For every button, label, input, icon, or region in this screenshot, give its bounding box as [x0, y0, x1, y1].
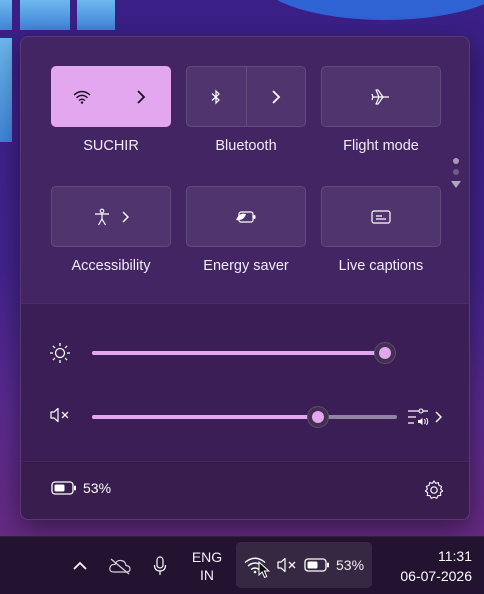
volume-slider-thumb[interactable]	[306, 406, 329, 428]
bluetooth-icon	[211, 89, 221, 104]
volume-slider-fill	[92, 415, 318, 419]
bluetooth-tile[interactable]	[186, 66, 306, 127]
energy-saver-tile-label: Energy saver	[203, 258, 289, 274]
speaker-muted-icon	[50, 407, 69, 423]
energy-saver-tile[interactable]	[186, 186, 306, 247]
chevron-up-icon	[73, 561, 87, 570]
quick-actions-grid: SUCHIR Bluetooth Flight mode Accessibili…	[21, 37, 469, 303]
battery-status-button[interactable]: 53%	[51, 480, 111, 496]
mouse-cursor-icon	[258, 561, 270, 579]
quick-settings-flyout: SUCHIR Bluetooth Flight mode Accessibili…	[20, 36, 470, 520]
onedrive-button[interactable]	[106, 553, 134, 579]
speaker-muted-icon	[277, 557, 296, 573]
language-code: ENG	[191, 549, 223, 565]
airplane-icon	[371, 88, 389, 105]
quick-settings-tray-button[interactable]: 53%	[236, 542, 372, 588]
cloud-offline-icon	[109, 558, 131, 575]
wifi-icon	[73, 90, 90, 104]
keyboard-region: IN	[200, 567, 214, 583]
live-captions-tile[interactable]	[321, 186, 441, 247]
clock-button[interactable]: 11:31 06-07-2026	[388, 546, 472, 586]
taskbar: ENG IN 53% 11:31 06-07-2026	[0, 536, 484, 594]
wifi-expand-button[interactable]	[111, 67, 170, 126]
bluetooth-toggle-button[interactable]	[187, 67, 246, 126]
brightness-slider-thumb[interactable]	[374, 342, 396, 364]
chevron-right-icon	[435, 411, 442, 423]
next-page-arrow-icon[interactable]	[451, 181, 461, 188]
page-indicator[interactable]	[451, 158, 461, 208]
sliders-section	[21, 303, 469, 463]
bluetooth-expand-button[interactable]	[247, 67, 306, 126]
battery-icon	[304, 558, 329, 572]
flight-mode-tile[interactable]	[321, 66, 441, 127]
accessibility-tile-label: Accessibility	[71, 258, 151, 274]
mute-button[interactable]	[49, 406, 73, 428]
energy-saver-icon	[236, 210, 256, 223]
page-dot-active	[453, 158, 459, 164]
bluetooth-tile-label: Bluetooth	[215, 138, 277, 154]
wifi-tile[interactable]	[51, 66, 171, 127]
clock-date: 06-07-2026	[400, 568, 472, 584]
taskbar-battery-percentage: 53%	[336, 557, 365, 573]
volume-row	[21, 402, 469, 432]
wifi-toggle-button[interactable]	[52, 67, 111, 126]
brightness-row	[21, 338, 469, 368]
show-hidden-icons-button[interactable]	[68, 554, 92, 578]
chevron-right-icon	[136, 89, 145, 104]
clock-time: 11:31	[438, 548, 472, 564]
flight-mode-tile-label: Flight mode	[343, 138, 419, 154]
captions-icon	[371, 209, 391, 224]
accessibility-icon	[95, 208, 109, 225]
wifi-tile-label: SUCHIR	[83, 138, 139, 154]
brightness-slider-fill	[92, 351, 385, 355]
accessibility-tile[interactable]	[51, 186, 171, 247]
microphone-icon	[153, 556, 167, 575]
brightness-slider-track[interactable]	[92, 351, 385, 355]
battery-icon	[51, 481, 76, 495]
brightness-button[interactable]	[49, 342, 73, 364]
quick-settings-footer: 53%	[21, 461, 469, 519]
audio-mixer-icon	[408, 408, 429, 426]
volume-slider-track[interactable]	[92, 415, 397, 419]
chevron-right-icon	[272, 89, 281, 104]
input-language-button[interactable]: ENG IN	[184, 546, 230, 586]
gear-icon	[424, 480, 444, 499]
microphone-button[interactable]	[148, 553, 172, 579]
live-captions-tile-label: Live captions	[338, 258, 424, 274]
battery-percentage: 53%	[83, 480, 112, 496]
chevron-right-icon	[122, 210, 129, 223]
page-dot	[453, 169, 459, 175]
sun-icon	[50, 343, 70, 363]
audio-output-button[interactable]	[407, 404, 447, 430]
settings-button[interactable]	[423, 479, 445, 501]
